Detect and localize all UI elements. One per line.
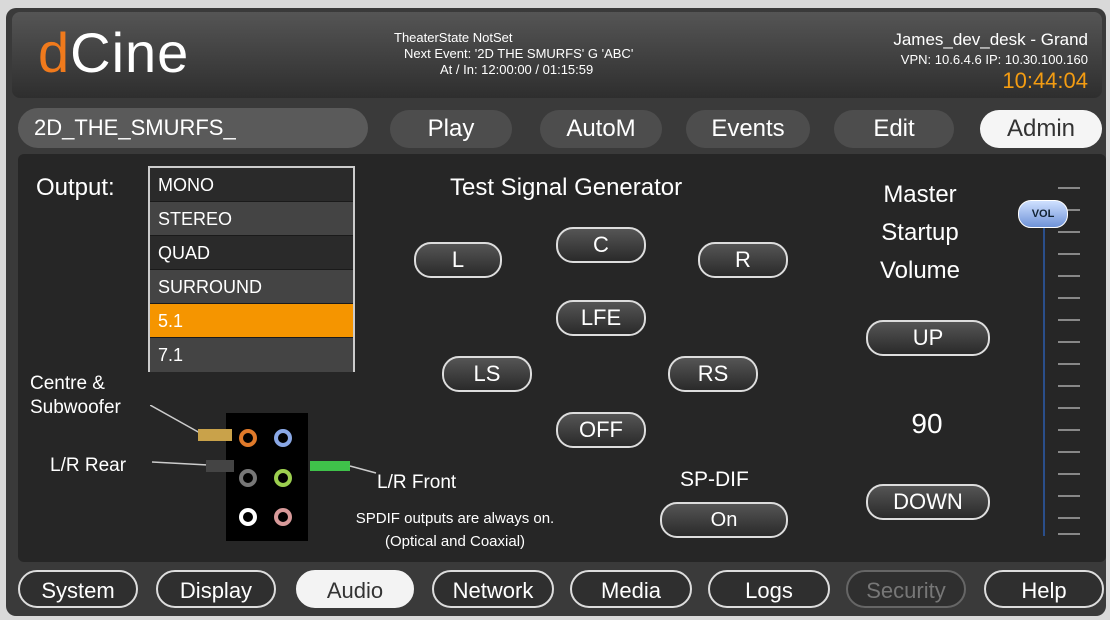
test-off-button[interactable]: OFF (556, 412, 646, 448)
autom-button[interactable]: AutoM (540, 110, 662, 148)
volume-knob[interactable]: VOL (1018, 200, 1068, 228)
play-button[interactable]: Play (390, 110, 512, 148)
tab-network[interactable]: Network (432, 570, 554, 608)
spdif-label: SP-DIF (680, 468, 749, 491)
test-l-button[interactable]: L (414, 242, 502, 278)
volume-value: 90 (911, 408, 943, 439)
tab-audio[interactable]: Audio (296, 570, 414, 608)
centre-sub-label: Centre & Subwoofer (30, 373, 121, 418)
theater-state: TheaterState NotSet (394, 30, 513, 45)
dcine-logo: dCine (38, 21, 190, 84)
output-option-quad[interactable]: QUAD (150, 236, 353, 270)
tab-media[interactable]: Media (570, 570, 692, 608)
next-event: Next Event: '2D THE SMURFS' G 'ABC' (404, 46, 634, 61)
host-name: James_dev_desk - Grand (893, 30, 1088, 49)
output-option-stereo[interactable]: STEREO (150, 202, 353, 236)
theater-status: TheaterState NotSet Next Event: '2D THE … (394, 30, 633, 78)
lr-front-label: L/R Front (377, 472, 457, 493)
output-option-7-1[interactable]: 7.1 (150, 338, 353, 372)
test-c-button[interactable]: C (556, 227, 646, 263)
tab-display[interactable]: Display (156, 570, 276, 608)
at-in-time: At / In: 12:00:00 / 01:15:59 (440, 62, 594, 77)
spdif-toggle[interactable]: On (660, 502, 788, 538)
output-list[interactable]: MONO STEREO QUAD SURROUND 5.1 7.1 (148, 166, 355, 372)
test-lfe-button[interactable]: LFE (556, 300, 646, 336)
test-signal-title: Test Signal Generator (450, 174, 683, 201)
tab-logs[interactable]: Logs (708, 570, 830, 608)
test-r-button[interactable]: R (698, 242, 788, 278)
spdif-note: SPDIF outputs are always on. (Optical an… (355, 510, 555, 550)
host-info: James_dev_desk - Grand VPN: 10.6.4.6 IP:… (893, 30, 1088, 94)
events-button[interactable]: Events (686, 110, 810, 148)
volume-slider[interactable] (1040, 180, 1084, 540)
output-label: Output: (36, 174, 115, 201)
master-volume-label: Master Startup Volume (879, 181, 961, 284)
volume-up-button[interactable]: UP (866, 320, 990, 356)
clock: 10:44:04 (1002, 68, 1088, 93)
tab-security: Security (846, 570, 966, 608)
admin-button[interactable]: Admin (980, 110, 1102, 148)
output-option-surround[interactable]: SURROUND (150, 270, 353, 304)
volume-slider-ticks (1043, 187, 1080, 536)
playlist-name: 2D_THE_SMURFS_ (18, 108, 368, 148)
output-option-5-1[interactable]: 5.1 (150, 304, 353, 338)
network-info: VPN: 10.6.4.6 IP: 10.30.100.160 (900, 52, 1088, 67)
tab-help[interactable]: Help (984, 570, 1104, 608)
test-rs-button[interactable]: RS (668, 356, 758, 392)
volume-down-button[interactable]: DOWN (866, 484, 990, 520)
test-ls-button[interactable]: LS (442, 356, 532, 392)
edit-button[interactable]: Edit (834, 110, 954, 148)
tab-system[interactable]: System (18, 570, 138, 608)
lr-rear-label: L/R Rear (50, 455, 127, 476)
output-option-mono[interactable]: MONO (150, 168, 353, 202)
